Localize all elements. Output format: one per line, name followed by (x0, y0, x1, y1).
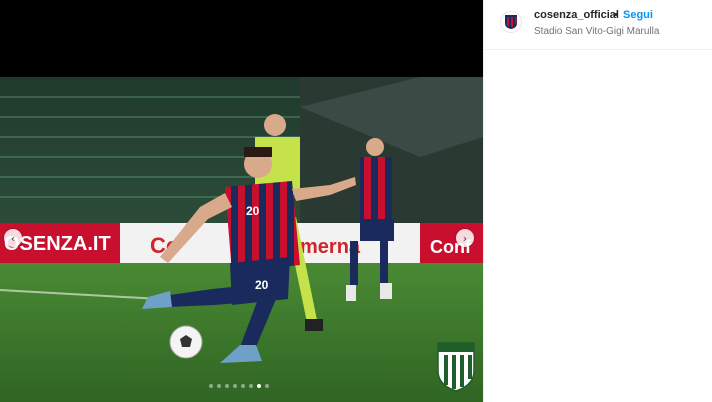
carousel-dot (257, 384, 261, 388)
follow-button[interactable]: Segui (623, 9, 653, 21)
soccer-ball (169, 325, 203, 359)
post-info-pane: cosenza_official • Segui Stadio San Vito… (483, 0, 712, 402)
jersey-number-front: 20 (246, 204, 260, 218)
carousel-dot (217, 384, 221, 388)
carousel-dot (241, 384, 245, 388)
cosenza-crest-icon (505, 15, 517, 29)
carousel-next-button[interactable]: › (456, 229, 474, 247)
chevron-right-icon: › (462, 231, 468, 245)
post-header: cosenza_official • Segui Stadio San Vito… (484, 0, 712, 50)
shorts-number: 20 (255, 278, 269, 292)
chevron-left-icon: ‹ (10, 231, 16, 245)
carousel-dot (225, 384, 229, 388)
carousel-dot (265, 384, 269, 388)
instagram-post-view: OSENZA.IT Co merna Conf 20 20 ‹ › cosenz… (0, 0, 712, 402)
carousel-dot (233, 384, 237, 388)
header-separator: • (614, 9, 618, 21)
carousel-prev-button[interactable]: ‹ (4, 229, 22, 247)
carousel-dot (209, 384, 213, 388)
location-link[interactable]: Stadio San Vito-Gigi Marulla (534, 26, 659, 37)
post-photo[interactable]: OSENZA.IT Co merna Conf 20 20 (0, 77, 483, 402)
media-pane: OSENZA.IT Co merna Conf 20 20 ‹ › (0, 0, 483, 402)
avatar[interactable] (500, 11, 522, 33)
username-link[interactable]: cosenza_official (534, 9, 619, 21)
cronaca-calcio-logo (436, 341, 476, 393)
carousel-indicator (209, 384, 269, 388)
carousel-dot (249, 384, 253, 388)
